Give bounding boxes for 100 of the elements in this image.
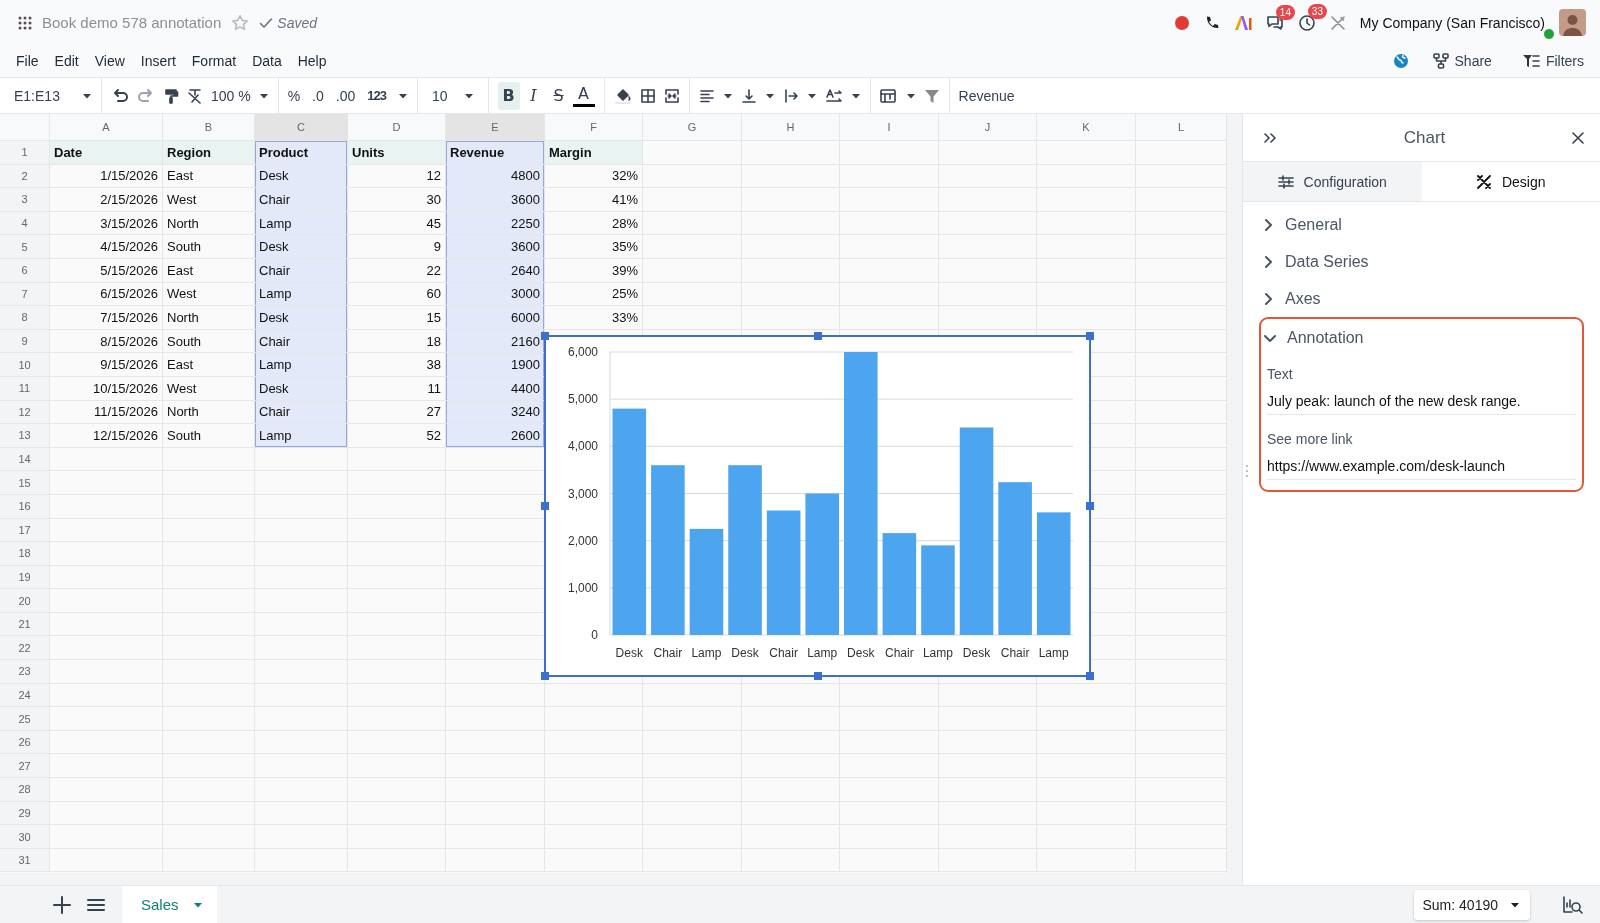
resize-handle[interactable] — [813, 332, 822, 340]
cell-range-field[interactable]: E1:E13 — [14, 87, 60, 104]
caret-icon[interactable] — [850, 92, 861, 99]
caret-icon[interactable] — [463, 92, 474, 99]
document-title[interactable]: Book demo 578 annotation — [42, 14, 222, 32]
row-header[interactable]: 7 — [0, 282, 50, 307]
row-header[interactable]: 25 — [0, 707, 50, 731]
row-header[interactable]: 3 — [0, 188, 50, 212]
section-header[interactable]: Annotation — [1261, 319, 1582, 356]
align-left-icon[interactable] — [698, 87, 715, 104]
row-header[interactable]: 2 — [0, 164, 50, 189]
record-icon[interactable] — [1173, 14, 1190, 31]
chart-frame[interactable]: 0 1,000 2,000 3,000 4,000 5,000 6,000 Desk Chair Lamp Desk Chair Lamp Desk Chair Lamp Desk Chair Lamp — [544, 335, 1091, 677]
menu-item[interactable]: Edit — [46, 49, 87, 74]
column-header[interactable]: A — [50, 114, 163, 141]
menu-item[interactable]: Data — [244, 49, 290, 74]
resize-handle[interactable] — [541, 332, 549, 340]
clear-format-icon[interactable] — [186, 87, 203, 104]
section-header[interactable]: General — [1253, 206, 1590, 243]
sum-dropdown[interactable]: Sum: 40190 — [1413, 889, 1530, 920]
star-icon[interactable] — [231, 13, 250, 32]
caret-icon[interactable] — [905, 92, 916, 99]
column-header[interactable]: C — [255, 114, 348, 141]
row-header[interactable]: 28 — [0, 778, 50, 802]
align-bottom-icon[interactable] — [740, 87, 757, 104]
column-header[interactable]: E — [446, 114, 545, 141]
row-header[interactable]: 20 — [0, 589, 50, 613]
resize-handle[interactable] — [813, 672, 822, 680]
column-header[interactable]: L — [1136, 114, 1227, 141]
row-header[interactable]: 21 — [0, 612, 50, 637]
row-header[interactable]: 14 — [0, 447, 50, 472]
caret-icon[interactable] — [258, 92, 269, 99]
row-header[interactable]: 19 — [0, 565, 50, 590]
row-header[interactable]: 6 — [0, 258, 50, 283]
column-header[interactable]: J — [939, 114, 1037, 141]
add-icon[interactable] — [52, 894, 72, 915]
caret-icon[interactable] — [806, 92, 817, 99]
number-format-button[interactable]: .0 — [312, 87, 324, 104]
sheet-tab[interactable]: Sales — [122, 886, 217, 923]
chart-search-icon[interactable] — [1562, 894, 1584, 915]
resize-handle[interactable] — [1086, 672, 1094, 680]
tools-icon[interactable] — [1329, 14, 1346, 31]
paint-roller-icon[interactable] — [162, 87, 179, 104]
strike-button[interactable]: S — [547, 81, 570, 110]
menu-icon[interactable] — [86, 896, 106, 913]
caret-icon[interactable] — [764, 92, 775, 99]
grip-icon[interactable] — [1245, 464, 1249, 478]
caret-icon[interactable] — [722, 92, 733, 99]
close-icon[interactable] — [1572, 131, 1584, 144]
tab[interactable]: Configuration — [1243, 162, 1422, 201]
resize-handle[interactable] — [1086, 502, 1094, 510]
row-header[interactable]: 27 — [0, 754, 50, 779]
column-header[interactable]: D — [348, 114, 446, 141]
filter-icon[interactable] — [923, 87, 940, 104]
row-header[interactable]: 9 — [0, 329, 50, 354]
italic-button[interactable]: I — [522, 81, 545, 110]
row-header[interactable]: 24 — [0, 683, 50, 708]
row-header[interactable]: 23 — [0, 660, 50, 684]
clock-icon[interactable] — [1297, 13, 1316, 32]
share-button[interactable]: Share — [1426, 49, 1498, 74]
color-button[interactable]: A — [572, 84, 595, 107]
number-format-button[interactable]: .00 — [335, 87, 356, 104]
column-header[interactable]: K — [1037, 114, 1136, 141]
double-chevron-icon[interactable] — [1263, 130, 1277, 145]
table-icon[interactable] — [879, 87, 898, 104]
column-header[interactable]: I — [840, 114, 939, 141]
chat-icon[interactable] — [1265, 14, 1284, 31]
menu-item[interactable]: View — [86, 49, 133, 74]
row-header[interactable]: 17 — [0, 518, 50, 543]
section-header[interactable]: Axes — [1253, 280, 1590, 317]
globe-icon[interactable] — [1392, 53, 1409, 70]
row-header[interactable]: 18 — [0, 542, 50, 566]
company-name[interactable]: My Company (San Francisco) — [1359, 14, 1545, 31]
caret-icon[interactable] — [1510, 901, 1520, 908]
caret-icon[interactable] — [397, 92, 408, 99]
merge-cells-icon[interactable] — [663, 87, 680, 104]
row-header[interactable]: 30 — [0, 825, 50, 849]
row-header[interactable]: 8 — [0, 306, 50, 330]
fill-color-icon[interactable] — [613, 86, 632, 105]
row-header[interactable]: 22 — [0, 636, 50, 661]
column-header[interactable]: H — [742, 114, 840, 141]
section-header[interactable]: Data Series — [1253, 243, 1590, 280]
row-header[interactable]: 16 — [0, 494, 50, 519]
row-header[interactable]: 4 — [0, 211, 50, 236]
row-header[interactable]: 10 — [0, 353, 50, 377]
column-header[interactable]: B — [163, 114, 255, 141]
row-header[interactable]: 15 — [0, 471, 50, 495]
resize-handle[interactable] — [541, 672, 549, 680]
avatar-icon[interactable] — [1559, 9, 1586, 37]
column-header[interactable]: F — [545, 114, 643, 141]
number-format-button[interactable]: 123 — [367, 88, 386, 103]
number-format-button[interactable]: % — [287, 87, 301, 104]
menu-item[interactable]: File — [8, 49, 47, 74]
resize-handle[interactable] — [1086, 332, 1094, 340]
caret-icon[interactable] — [81, 92, 92, 99]
zoom-dropdown[interactable]: 100 % — [210, 87, 251, 104]
filters-button[interactable]: Filters — [1515, 49, 1590, 74]
triangle-logo-icon[interactable] — [1233, 14, 1252, 31]
row-header[interactable]: 29 — [0, 801, 50, 826]
resize-handle[interactable] — [541, 502, 549, 510]
